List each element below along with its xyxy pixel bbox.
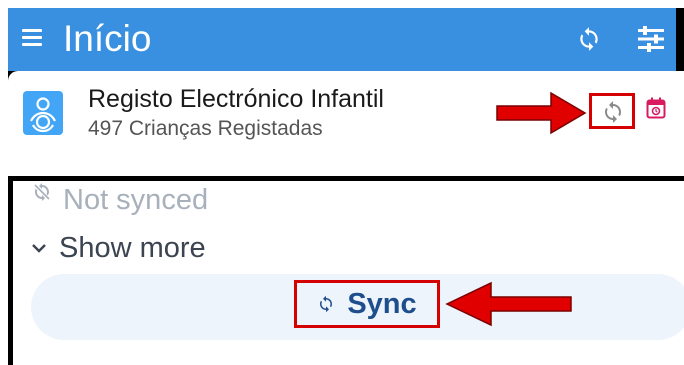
bottom-screenshot-panel: Not synced Show more Sync — [8, 176, 684, 365]
sync-disabled-icon — [34, 183, 50, 201]
program-name: Registo Electrónico Infantil — [88, 85, 384, 113]
show-more-toggle[interactable]: Show more — [31, 229, 206, 267]
chevron-down-icon — [32, 244, 46, 253]
hamburger-menu-icon[interactable] — [22, 29, 42, 46]
sync-icon — [320, 295, 333, 313]
program-card[interactable]: Registo Electrónico Infantil 497 Criança… — [8, 71, 684, 154]
show-more-label: Show more — [59, 231, 206, 264]
top-screenshot-panel: Início Registo Electrónico Infantil 497 … — [8, 8, 684, 154]
sync-icon[interactable] — [576, 26, 602, 52]
sync-button[interactable]: Sync — [294, 280, 440, 328]
app-bar: Início — [8, 8, 676, 71]
sync-status-label: Not synced — [63, 184, 209, 216]
calendar-icon[interactable] — [646, 97, 666, 119]
page-title: Início — [63, 18, 152, 59]
filter-settings-icon[interactable] — [636, 26, 666, 52]
sync-icon[interactable] — [601, 100, 625, 124]
sync-highlight-box — [589, 93, 635, 129]
red-arrow-left-annotation — [445, 281, 572, 327]
red-arrow-right-annotation — [496, 91, 587, 135]
sync-panel: Not synced Show more Sync — [13, 181, 684, 365]
program-count: 497 Crianças Registadas — [88, 117, 323, 140]
baby-program-icon — [23, 91, 63, 135]
sync-button-label: Sync — [347, 287, 417, 320]
